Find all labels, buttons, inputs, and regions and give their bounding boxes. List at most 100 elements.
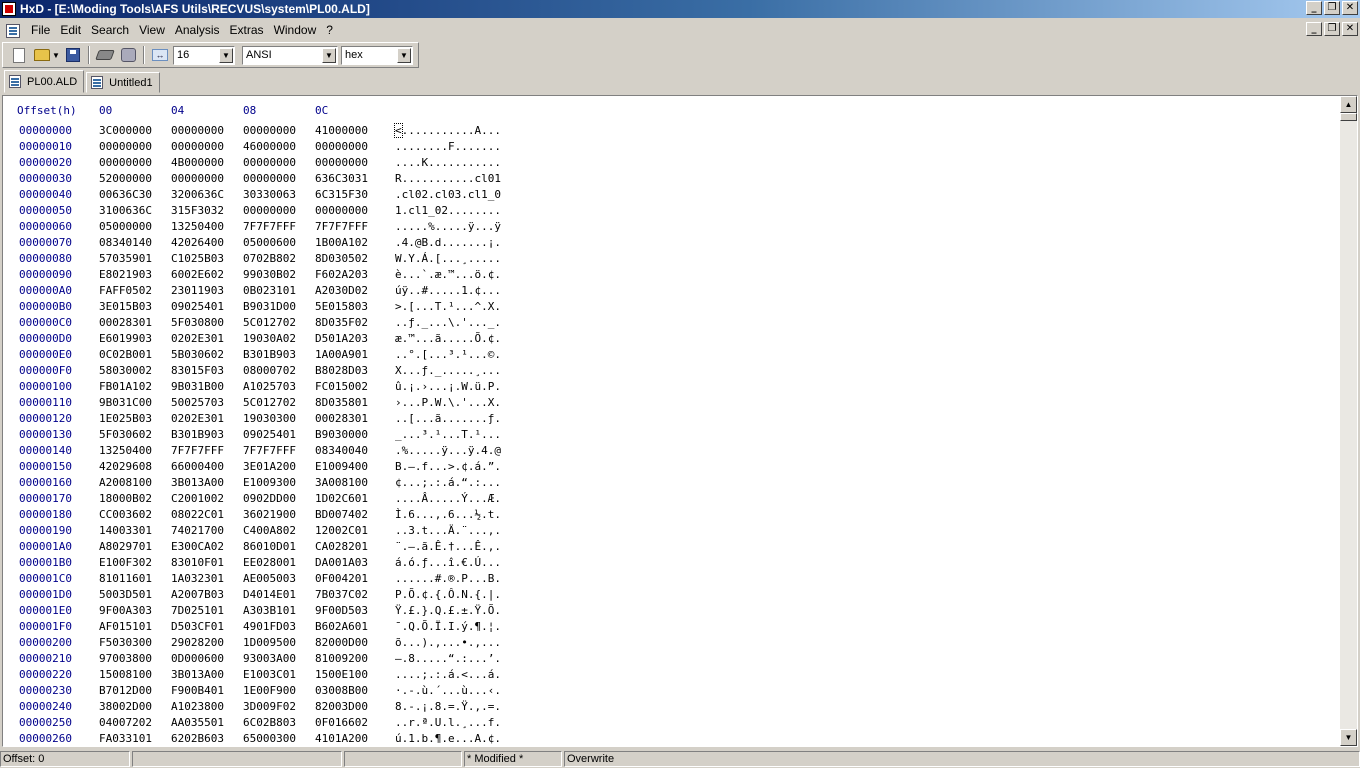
hex-byte-group[interactable]: A1025703 [243,380,296,393]
hex-byte-group[interactable]: 6C315F30 [315,188,368,201]
hex-byte-group[interactable]: 5003D501 [99,588,152,601]
hex-byte-group[interactable]: E6019903 [99,332,152,345]
hex-byte-group[interactable]: 6C02B803 [243,716,296,729]
hex-row[interactable]: 00000240 38002D00 A1023800 3D009F02 82003D00… [3,700,1333,716]
hex-row[interactable]: 000000E0 0C02B001 5B030602 B301B903 1A00A901… [3,348,1333,364]
hex-byte-group[interactable]: 19030300 [243,412,296,425]
hex-byte-group[interactable]: B7012D00 [99,684,152,697]
hex-byte-group[interactable]: AA035501 [171,716,224,729]
hxd-app-icon[interactable] [2,2,16,16]
ascii-text[interactable]: ›...P.W.\.'...X. [395,396,501,409]
hex-byte-group[interactable]: 9B031C00 [99,396,152,409]
hex-byte-group[interactable]: 4101A200 [315,732,368,745]
hex-byte-group[interactable]: 00000000 [243,156,296,169]
hex-byte-group[interactable]: A1023800 [171,700,224,713]
hex-byte-group[interactable]: 1B00A102 [315,236,368,249]
hex-row[interactable]: 00000020 00000000 4B000000 00000000 00000000… [3,156,1333,172]
hex-byte-group[interactable]: E1009300 [243,476,296,489]
hex-row[interactable]: 00000030 52000000 00000000 00000000 636C3031… [3,172,1333,188]
maximize-button[interactable]: ❐ [1324,1,1340,15]
hex-row[interactable]: 000001B0 E100F302 83010F01 EE028001 DA001A03… [3,556,1333,572]
hex-byte-group[interactable]: 4901FD03 [243,620,296,633]
hex-byte-group[interactable]: 09025401 [243,428,296,441]
ascii-text[interactable]: R...........cl01 [395,172,501,185]
hex-byte-group[interactable]: 30330063 [243,188,296,201]
hex-byte-group[interactable]: 00000000 [99,156,152,169]
ascii-text[interactable]: ........F....... [395,140,501,153]
hex-byte-group[interactable]: 6202B603 [171,732,224,745]
hex-byte-group[interactable]: 93003A00 [243,652,296,665]
hex-byte-group[interactable]: 13250400 [99,444,152,457]
hex-byte-group[interactable]: 5F030800 [171,316,224,329]
hex-row[interactable]: 00000080 57035901 C1025B03 0702B802 8D030502… [3,252,1333,268]
hex-byte-group[interactable]: 08340040 [315,444,368,457]
hex-byte-group[interactable]: 46000000 [243,140,296,153]
hex-row[interactable]: 00000260 FA033101 6202B603 65000300 4101A200… [3,732,1333,746]
new-file-button[interactable] [9,45,29,65]
hex-row[interactable]: 000001C0 81011601 1A032301 AE005003 0F004201… [3,572,1333,588]
hex-byte-group[interactable]: 42029608 [99,460,152,473]
hex-byte-group[interactable]: 00028301 [99,316,152,329]
hex-byte-group[interactable]: B602A601 [315,620,368,633]
hex-editor-view[interactable]: Offset(h) 00 04 08 0C 00000000 3C000000 00… [2,95,1358,747]
hex-byte-group[interactable]: 7F7F7FFF [243,220,296,233]
hex-row[interactable]: 00000150 42029608 66000400 3E01A200 E1009400… [3,460,1333,476]
hex-byte-group[interactable]: 86010D01 [243,540,296,553]
hex-byte-group[interactable]: 315F3032 [171,204,224,217]
ascii-text[interactable]: .cl02.cl03.cl1_0 [395,188,501,201]
hex-byte-group[interactable]: A303B101 [243,604,296,617]
hex-byte-group[interactable]: 00000000 [99,140,152,153]
hex-byte-group[interactable]: 1D02C601 [315,492,368,505]
hex-byte-group[interactable]: 00636C30 [99,188,152,201]
hex-row[interactable]: 000001A0 A8029701 E300CA02 86010D01 CA028201… [3,540,1333,556]
hex-byte-group[interactable]: 74021700 [171,524,224,537]
hex-byte-group[interactable]: FC015002 [315,380,368,393]
ascii-text[interactable]: 1.cl1_02........ [395,204,501,217]
hex-byte-group[interactable]: B301B903 [171,428,224,441]
hex-byte-group[interactable]: 0F016602 [315,716,368,729]
hex-byte-group[interactable]: B9030000 [315,428,368,441]
menu-analysis[interactable]: Analysis [170,22,225,39]
hex-byte-group[interactable]: B301B903 [243,348,296,361]
ascii-text[interactable]: ....;.:.á.<...á. [395,668,501,681]
hex-byte-group[interactable]: 5E015803 [315,300,368,313]
hex-byte-group[interactable]: 81011601 [99,572,152,585]
hex-byte-group[interactable]: 0C02B001 [99,348,152,361]
ascii-text[interactable]: ....K........... [395,156,501,169]
hex-byte-group[interactable]: F602A203 [315,268,368,281]
hex-byte-group[interactable]: 3E015B03 [99,300,152,313]
charset-select[interactable]: ANSI ▼ [242,45,338,65]
hex-byte-group[interactable]: 00000000 [315,140,368,153]
hex-row[interactable]: 00000100 FB01A102 9B031B00 A1025703 FC015002… [3,380,1333,396]
ascii-text[interactable]: —.8.....“.:...’. [395,652,501,665]
ascii-text[interactable]: ..r.ª.U.l.¸...f. [395,716,501,729]
ascii-text[interactable]: á.ó.ƒ...î.€.Ú... [395,556,501,569]
close-button[interactable]: ✕ [1342,1,1358,15]
hex-byte-group[interactable]: 8D035F02 [315,316,368,329]
doc-minimize-button[interactable]: _ [1306,22,1322,36]
ascii-text[interactable]: û.¡.›...¡.W.ü.P. [395,380,501,393]
ascii-text[interactable]: è...`.æ.™...ö.¢. [395,268,501,281]
hex-byte-group[interactable]: 57035901 [99,252,152,265]
hex-byte-group[interactable]: E8021903 [99,268,152,281]
open-dropdown-arrow-icon[interactable]: ▼ [52,51,60,60]
hex-byte-group[interactable]: 13250400 [171,220,224,233]
hex-row[interactable]: 00000220 15008100 3B013A00 E1003C01 1500E100… [3,668,1333,684]
hex-byte-group[interactable]: 9F00D503 [315,604,368,617]
hex-byte-group[interactable]: 00000000 [171,140,224,153]
hex-byte-group[interactable]: F5030300 [99,636,152,649]
hex-byte-group[interactable]: 00000000 [171,172,224,185]
ascii-text[interactable]: .%.....ÿ...ÿ.4.@ [395,444,501,457]
hex-byte-group[interactable]: 09025401 [171,300,224,313]
hex-byte-group[interactable]: 08340140 [99,236,152,249]
hex-row[interactable]: 00000060 05000000 13250400 7F7F7FFF 7F7F7FFF… [3,220,1333,236]
hex-byte-group[interactable]: 00000000 [243,204,296,217]
ascii-text[interactable]: X...ƒ._.....¸... [395,364,501,377]
minimize-button[interactable]: _ [1306,1,1322,15]
hex-byte-group[interactable]: 5F030602 [99,428,152,441]
hex-byte-group[interactable]: 19030A02 [243,332,296,345]
ascii-text[interactable]: ......#.®.P...B. [395,572,501,585]
hex-byte-group[interactable]: 04007202 [99,716,152,729]
menu-search[interactable]: Search [86,22,134,39]
hex-byte-group[interactable]: 00000000 [315,204,368,217]
